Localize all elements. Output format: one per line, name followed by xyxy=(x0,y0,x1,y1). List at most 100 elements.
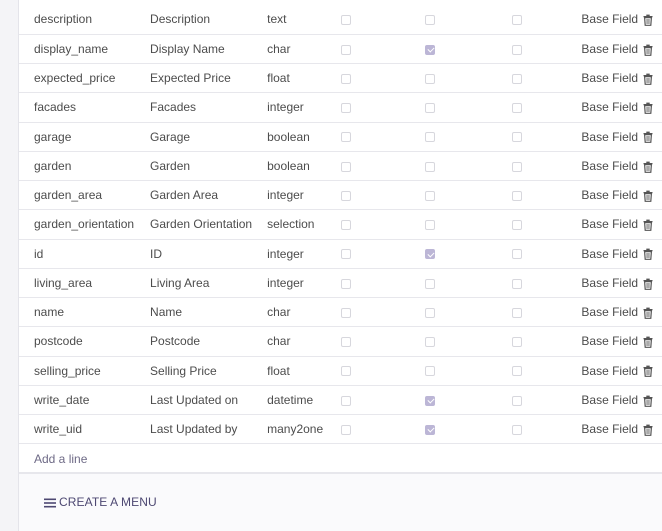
field-checkbox-2[interactable] xyxy=(425,278,436,289)
field-checkbox-2[interactable] xyxy=(425,15,436,26)
trash-icon[interactable] xyxy=(642,131,654,144)
add-line-link[interactable]: Add a line xyxy=(34,452,87,466)
field-row[interactable]: display_name Display Name char Base Field xyxy=(19,34,662,65)
field-checkbox-2[interactable] xyxy=(425,132,436,143)
field-checkbox-3[interactable] xyxy=(512,44,523,55)
field-checkbox-3[interactable] xyxy=(512,73,523,84)
field-technical-name: garage xyxy=(19,122,136,152)
field-checkbox-3[interactable] xyxy=(512,132,523,143)
field-row[interactable]: garden Garden boolean Base Field xyxy=(19,151,662,182)
checkbox-cell-3 xyxy=(505,5,582,35)
field-row[interactable]: name Name char Base Field xyxy=(19,297,662,328)
field-row[interactable]: living_area Living Area integer Base Field xyxy=(19,268,662,299)
field-checkbox-2[interactable] xyxy=(425,161,436,172)
trash-icon[interactable] xyxy=(642,307,654,319)
field-checkbox-2[interactable] xyxy=(425,395,436,406)
field-checkbox-3[interactable] xyxy=(512,190,523,201)
field-checkbox-1[interactable] xyxy=(340,366,351,377)
field-type: float xyxy=(252,63,338,94)
field-checkbox-1[interactable] xyxy=(340,278,351,289)
trash-icon[interactable] xyxy=(642,278,654,290)
trash-icon[interactable] xyxy=(642,336,654,349)
field-row[interactable]: expected_price Expected Price float Base Fi… xyxy=(19,63,662,94)
field-row[interactable]: garage Garage boolean Base Field xyxy=(19,122,662,152)
field-checkbox-3[interactable] xyxy=(512,424,523,435)
checkbox-cell-2 xyxy=(421,297,506,328)
trash-icon[interactable] xyxy=(642,424,654,436)
field-checkbox-2[interactable] xyxy=(425,190,436,201)
field-label: Selling Price xyxy=(135,356,253,386)
field-checkbox-3[interactable] xyxy=(512,161,523,172)
field-type: integer xyxy=(252,239,338,269)
field-checkbox-3[interactable] xyxy=(512,395,523,406)
trash-icon[interactable] xyxy=(642,14,654,27)
checkbox-cell-3 xyxy=(505,326,582,357)
field-checkbox-1[interactable] xyxy=(340,190,351,201)
delete-cell xyxy=(642,326,662,357)
field-row[interactable]: write_date Last Updated on datetime Base Fi… xyxy=(19,385,662,416)
trash-icon[interactable] xyxy=(642,161,654,173)
field-checkbox-2[interactable] xyxy=(425,424,436,435)
field-checkbox-1[interactable] xyxy=(340,337,351,348)
field-checkbox-1[interactable] xyxy=(340,307,351,318)
field-source: Base Field xyxy=(581,5,643,35)
checkbox-cell-1 xyxy=(337,122,422,152)
field-checkbox-2[interactable] xyxy=(425,220,436,231)
field-checkbox-2[interactable] xyxy=(425,366,436,377)
field-checkbox-3[interactable] xyxy=(512,249,523,260)
trash-icon[interactable] xyxy=(642,44,654,56)
field-checkbox-3[interactable] xyxy=(512,366,523,377)
field-checkbox-1[interactable] xyxy=(340,103,351,114)
delete-cell xyxy=(642,414,662,445)
field-row[interactable]: write_uid Last Updated by many2one Base Fie… xyxy=(19,414,662,445)
trash-icon[interactable] xyxy=(642,73,654,85)
field-checkbox-1[interactable] xyxy=(340,15,351,26)
field-checkbox-3[interactable] xyxy=(512,103,523,114)
field-checkbox-2[interactable] xyxy=(425,44,436,55)
field-checkbox-2[interactable] xyxy=(425,73,436,84)
trash-icon[interactable] xyxy=(642,190,654,202)
field-checkbox-1[interactable] xyxy=(340,132,351,143)
field-checkbox-2[interactable] xyxy=(425,337,436,348)
field-checkbox-1[interactable] xyxy=(340,44,351,55)
trash-icon[interactable] xyxy=(642,102,654,115)
field-checkbox-1[interactable] xyxy=(340,73,351,84)
field-checkbox-2[interactable] xyxy=(425,103,436,114)
field-row[interactable]: garden_area Garden Area integer Base Field xyxy=(19,180,662,211)
delete-cell xyxy=(642,239,662,269)
field-checkbox-1[interactable] xyxy=(340,249,351,260)
field-checkbox-3[interactable] xyxy=(512,278,523,289)
create-menu-button[interactable]: CREATE A MENU xyxy=(44,495,157,509)
field-checkbox-3[interactable] xyxy=(512,307,523,318)
trash-icon[interactable] xyxy=(642,395,654,407)
fields-table: description Description text Base Field disp… xyxy=(19,5,662,445)
trash-icon[interactable] xyxy=(642,219,654,232)
field-type: float xyxy=(252,356,338,386)
field-checkbox-2[interactable] xyxy=(425,249,436,260)
field-type: boolean xyxy=(252,151,338,182)
field-row[interactable]: selling_price Selling Price float Base Fiel… xyxy=(19,356,662,386)
field-checkbox-3[interactable] xyxy=(512,220,523,231)
field-source: Base Field xyxy=(581,122,643,152)
field-row[interactable]: garden_orientation Garden Orientation sele… xyxy=(19,209,662,240)
field-checkbox-1[interactable] xyxy=(340,161,351,172)
trash-icon[interactable] xyxy=(642,248,654,261)
field-checkbox-3[interactable] xyxy=(512,15,523,26)
field-checkbox-1[interactable] xyxy=(340,424,351,435)
field-row[interactable]: postcode Postcode char Base Field xyxy=(19,326,662,357)
field-checkbox-1[interactable] xyxy=(340,395,351,406)
trash-icon[interactable] xyxy=(642,365,654,378)
checkbox-cell-2 xyxy=(421,63,506,94)
field-row[interactable]: id ID integer Base Field xyxy=(19,239,662,269)
field-technical-name: description xyxy=(19,5,136,35)
field-checkbox-2[interactable] xyxy=(425,307,436,318)
checkbox-cell-2 xyxy=(421,356,506,386)
field-checkbox-1[interactable] xyxy=(340,220,351,231)
field-source: Base Field xyxy=(581,63,643,94)
delete-cell xyxy=(642,34,662,65)
field-row[interactable]: facades Facades integer Base Field xyxy=(19,92,662,123)
field-row[interactable]: description Description text Base Field xyxy=(19,5,662,35)
field-checkbox-3[interactable] xyxy=(512,337,523,348)
checkbox-cell-3 xyxy=(505,151,582,182)
checkbox-cell-1 xyxy=(337,209,422,240)
